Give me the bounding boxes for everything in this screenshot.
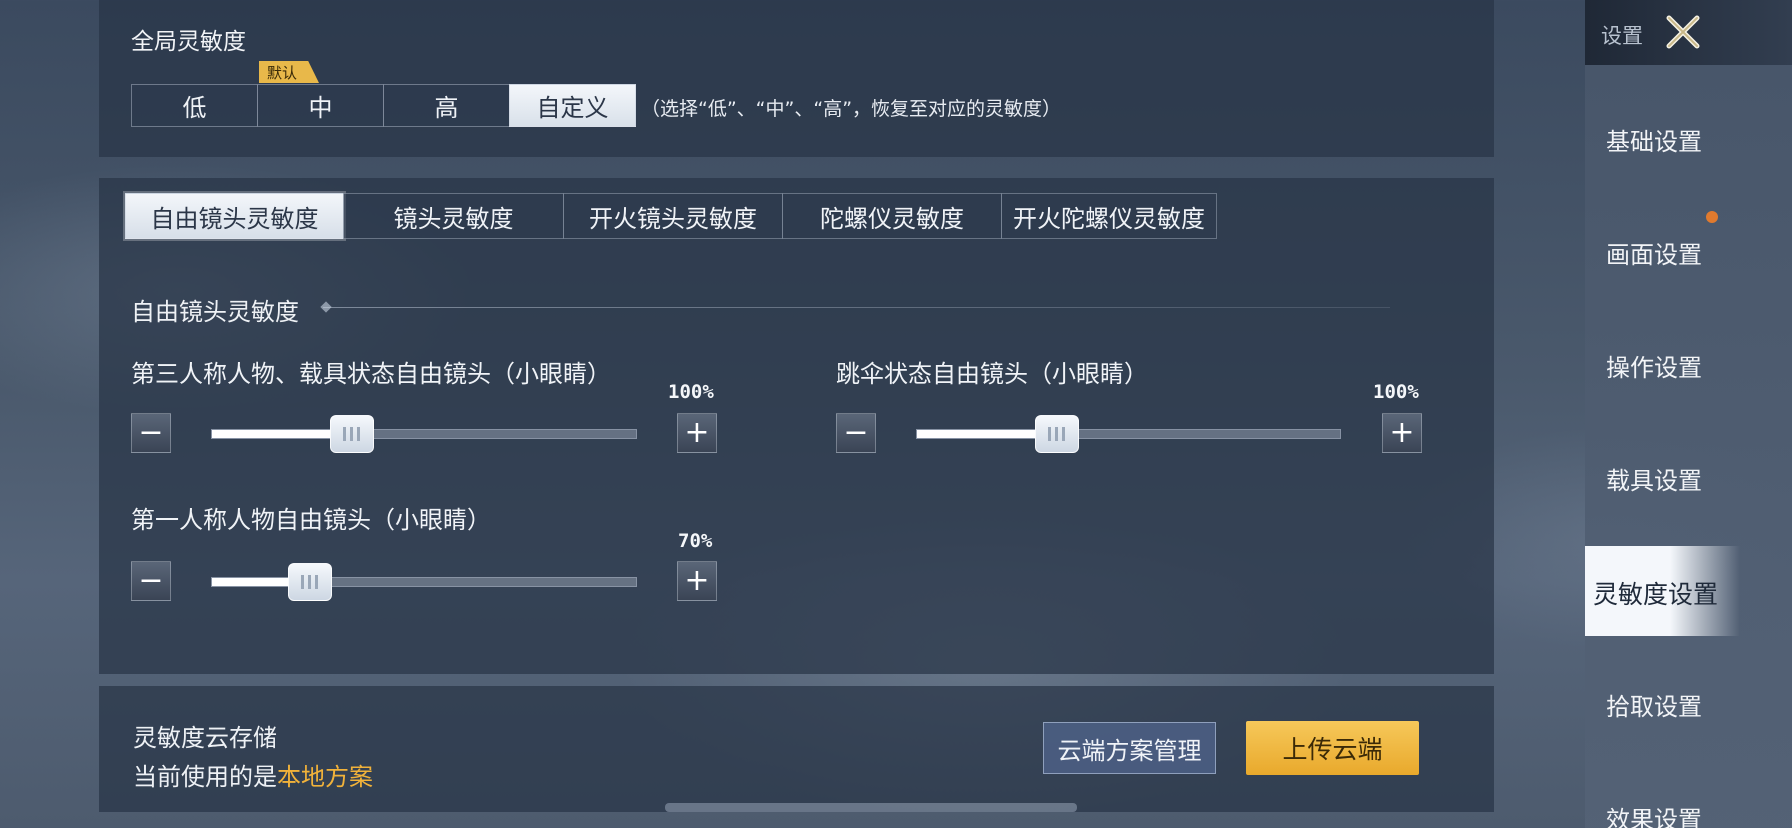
preset-custom-button[interactable]: 自定义 [509, 84, 636, 127]
free-cam-heading: 自由镜头灵敏度 [131, 298, 299, 326]
increase-first-person-button[interactable]: + [677, 561, 717, 601]
plus-icon: + [684, 415, 710, 450]
slider-value-third-person: 100% [668, 381, 714, 403]
increase-parachute-button[interactable]: + [1382, 413, 1422, 453]
sidebar-header-label: 设置 [1601, 24, 1643, 48]
slider-value-parachute: 100% [1373, 381, 1419, 403]
slider-track-parachute[interactable] [916, 415, 1341, 453]
slider-track-first-person[interactable] [211, 563, 637, 601]
slider-label-third-person: 第三人称人物、载具状态自由镜头（小眼睛） [131, 360, 611, 388]
notification-dot [1706, 211, 1718, 223]
cloud-storage-title: 灵敏度云存储 [133, 724, 277, 752]
preset-medium-button[interactable]: 中 [257, 84, 384, 127]
global-sensitivity-segments: 低 中 高 自定义 [131, 84, 636, 127]
sidebar-item-graphics[interactable]: 画面设置 [1606, 235, 1702, 270]
minus-icon: − [138, 415, 164, 450]
increase-third-person-button[interactable]: + [677, 413, 717, 453]
slider-track-third-person[interactable] [211, 415, 637, 453]
close-x-icon [1666, 15, 1700, 49]
current-plan-name: 本地方案 [277, 763, 373, 791]
slider-label-first-person: 第一人称人物自由镜头（小眼睛） [131, 506, 491, 534]
decrease-first-person-button[interactable]: − [131, 561, 171, 601]
slider-label-parachute: 跳伞状态自由镜头（小眼睛） [836, 360, 1148, 388]
global-sensitivity-title: 全局灵敏度 [131, 29, 246, 55]
preset-hint: （选择“低”、“中”、“高”，恢复至对应的灵敏度） [641, 98, 1062, 120]
slider-thumb[interactable] [329, 415, 374, 453]
minus-icon: − [843, 415, 869, 450]
sidebar-item-basic[interactable]: 基础设置 [1606, 122, 1702, 157]
sidebar-item-controls[interactable]: 操作设置 [1606, 348, 1702, 383]
cloud-manage-button[interactable]: 云端方案管理 [1043, 722, 1216, 774]
minus-icon: − [138, 563, 164, 598]
sidebar-item-sensitivity-label: 灵敏度设置 [1593, 580, 1719, 609]
tab-free-cam[interactable]: 自由镜头灵敏度 [125, 193, 344, 239]
slider-value-first-person: 70% [678, 530, 713, 552]
tab-fire-camera[interactable]: 开火镜头灵敏度 [563, 193, 783, 239]
decrease-third-person-button[interactable]: − [131, 413, 171, 453]
current-plan-prefix: 当前使用的是 [133, 763, 277, 791]
plus-icon: + [684, 563, 710, 598]
scrollbar[interactable] [665, 803, 1077, 812]
sidebar-item-pickup[interactable]: 拾取设置 [1606, 687, 1702, 722]
decrease-parachute-button[interactable]: − [836, 413, 876, 453]
sidebar-item-vehicle[interactable]: 载具设置 [1606, 461, 1702, 496]
plus-icon: + [1389, 415, 1415, 450]
preset-low-button[interactable]: 低 [131, 84, 258, 127]
heading-divider [323, 307, 1390, 308]
tab-camera[interactable]: 镜头灵敏度 [343, 193, 564, 239]
sidebar-item-effects[interactable]: 效果设置 [1606, 800, 1702, 828]
sensitivity-tabs: 自由镜头灵敏度 镜头灵敏度 开火镜头灵敏度 陀螺仪灵敏度 开火陀螺仪灵敏度 [125, 193, 1217, 239]
slider-thumb[interactable] [1034, 415, 1079, 453]
slider-thumb[interactable] [287, 563, 332, 601]
tab-gyroscope[interactable]: 陀螺仪灵敏度 [782, 193, 1002, 239]
cloud-upload-button[interactable]: 上传云端 [1246, 721, 1419, 775]
preset-high-button[interactable]: 高 [383, 84, 510, 127]
tab-fire-gyroscope[interactable]: 开火陀螺仪灵敏度 [1001, 193, 1217, 239]
cloud-current-plan: 当前使用的是本地方案 [133, 757, 373, 792]
close-button[interactable] [1661, 10, 1705, 54]
